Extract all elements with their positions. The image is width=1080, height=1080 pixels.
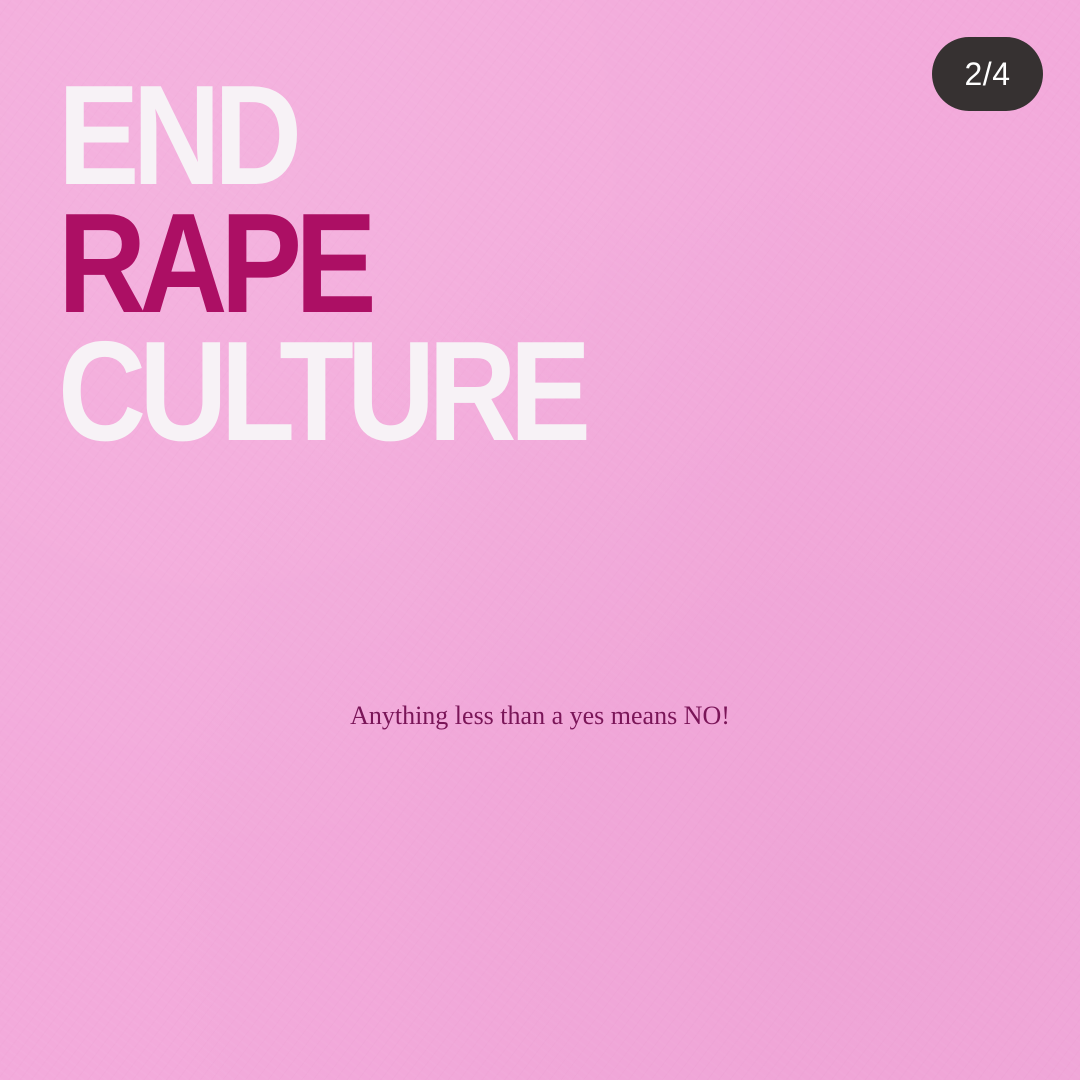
headline-line-end: END [58,56,302,215]
slide-counter-badge: 2/4 [932,37,1043,111]
headline-line-rape: RAPE [58,184,377,343]
poster-headline: END RAPE CULTURE [58,56,591,471]
poster-tagline: Anything less than a yes means NO! [350,701,730,730]
headline-line-culture: CULTURE [58,312,591,471]
